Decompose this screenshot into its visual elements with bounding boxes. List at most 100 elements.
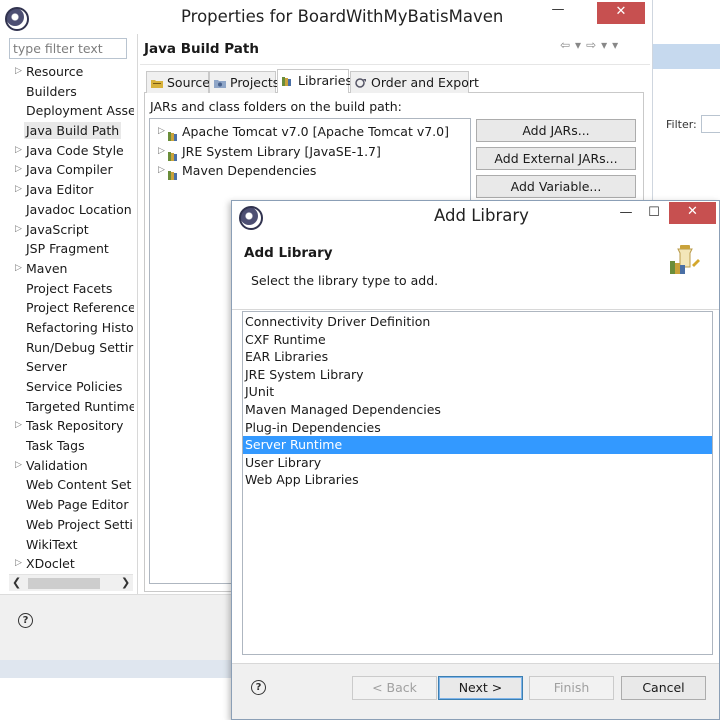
nav-item-resource[interactable]: ▷ Resource xyxy=(0,62,134,82)
minimize-icon[interactable]: — xyxy=(614,203,638,225)
expand-arrow-icon[interactable]: ▷ xyxy=(158,161,165,181)
nav-item-label: Validation xyxy=(26,457,88,473)
help-icon[interactable]: ? xyxy=(18,613,33,628)
expand-arrow-icon[interactable]: ▷ xyxy=(15,259,22,279)
nav-item-server[interactable]: Server xyxy=(0,357,134,377)
expand-arrow-icon[interactable]: ▷ xyxy=(15,180,22,200)
add-library-dialog: Add Library — ☐ ✕ Add Library Select the… xyxy=(231,200,720,720)
nav-item-jsp-fragment[interactable]: JSP Fragment xyxy=(0,239,134,259)
library-type-item[interactable]: JUnit xyxy=(243,383,712,401)
close-icon[interactable]: ✕ xyxy=(597,2,645,24)
nav-item-project-reference[interactable]: Project Reference xyxy=(0,298,134,318)
next-button[interactable]: Next > xyxy=(438,676,523,700)
nav-item-run-debug-settir[interactable]: Run/Debug Settir xyxy=(0,338,134,358)
background-filter-input[interactable] xyxy=(701,115,720,133)
tab-order-and-export[interactable]: Order and Export xyxy=(350,71,479,93)
nav-item-label: Deployment Asse xyxy=(26,103,134,119)
nav-item-java-code-style[interactable]: ▷ Java Code Style xyxy=(0,141,134,161)
library-entry-jre[interactable]: ▷ JRE System Library [JavaSE-1.7] xyxy=(150,142,470,162)
nav-item-label: Resource xyxy=(26,64,84,79)
nav-item-javascript[interactable]: ▷ JavaScript xyxy=(0,220,134,240)
nav-item-label: Javadoc Location xyxy=(26,201,132,217)
library-type-item[interactable]: Plug-in Dependencies xyxy=(243,419,712,437)
add-variable-button[interactable]: Add Variable... xyxy=(476,175,636,198)
library-type-item[interactable]: Maven Managed Dependencies xyxy=(243,401,712,419)
library-type-item[interactable]: Connectivity Driver Definition xyxy=(243,313,712,331)
sash-divider[interactable] xyxy=(137,34,138,594)
page-nav-arrows-icon[interactable]: ⇦▾⇨▾▾ xyxy=(560,38,623,52)
background-window-header-bar xyxy=(653,44,720,69)
properties-title-bar[interactable]: Properties for BoardWithMyBatisMaven — ✕ xyxy=(0,0,652,34)
expand-arrow-icon[interactable]: ▷ xyxy=(15,220,22,240)
library-entry-label: JRE System Library [JavaSE-1.7] xyxy=(182,143,381,159)
expand-arrow-icon[interactable]: ▷ xyxy=(15,456,22,476)
help-icon[interactable]: ? xyxy=(251,680,266,695)
nav-item-xdoclet[interactable]: ▷ XDoclet xyxy=(0,554,134,574)
filter-input[interactable] xyxy=(9,38,127,59)
order-export-icon xyxy=(355,73,367,88)
scroll-left-icon[interactable]: ❮ xyxy=(12,575,21,591)
library-type-item[interactable]: Server Runtime xyxy=(243,436,712,454)
library-entry-maven[interactable]: ▷ Maven Dependencies xyxy=(150,161,470,181)
nav-item-web-content-set[interactable]: Web Content Set xyxy=(0,475,134,495)
library-type-item[interactable]: JRE System Library xyxy=(243,366,712,384)
nav-item-task-repository[interactable]: ▷ Task Repository xyxy=(0,416,134,436)
nav-item-project-facets[interactable]: Project Facets xyxy=(0,279,134,299)
expand-arrow-icon[interactable]: ▷ xyxy=(15,416,22,436)
nav-item-targeted-runtime[interactable]: Targeted Runtime xyxy=(0,397,134,417)
expand-arrow-icon[interactable]: ▷ xyxy=(15,554,22,574)
nav-item-deployment-asse[interactable]: Deployment Asse xyxy=(0,101,134,121)
nav-item-java-editor[interactable]: ▷ Java Editor xyxy=(0,180,134,200)
library-entry-tomcat[interactable]: ▷ Apache Tomcat v7.0 [Apache Tomcat v7.0… xyxy=(150,122,470,142)
close-icon[interactable]: ✕ xyxy=(669,202,716,224)
minimize-icon[interactable]: — xyxy=(545,0,571,22)
library-jar-icon xyxy=(168,127,180,141)
nav-item-task-tags[interactable]: Task Tags xyxy=(0,436,134,456)
nav-item-label: Service Policies xyxy=(26,379,123,394)
maximize-icon[interactable]: ☐ xyxy=(643,203,665,225)
expand-arrow-icon[interactable]: ▷ xyxy=(158,122,165,142)
library-type-item[interactable]: EAR Libraries xyxy=(243,348,712,366)
nav-item-validation[interactable]: ▷ Validation xyxy=(0,456,134,476)
expand-arrow-icon[interactable]: ▷ xyxy=(158,142,165,162)
scroll-right-icon[interactable]: ❯ xyxy=(121,575,130,591)
nav-item-wikitext[interactable]: WikiText xyxy=(0,535,134,555)
nav-item-label: JavaScript xyxy=(26,221,89,237)
dialog-title-bar[interactable]: Add Library — ☐ ✕ xyxy=(232,201,719,230)
nav-horizontal-scrollbar[interactable]: ❮ ❯ xyxy=(9,574,133,591)
tab-label: Projects xyxy=(230,75,280,90)
add-external-jars-button[interactable]: Add External JARs... xyxy=(476,147,636,170)
library-entry-label: Maven Dependencies xyxy=(182,163,317,178)
nav-item-web-page-editor[interactable]: Web Page Editor xyxy=(0,495,134,515)
library-type-list[interactable]: Connectivity Driver Definition CXF Runtim… xyxy=(242,311,713,655)
expand-arrow-icon[interactable]: ▷ xyxy=(15,62,22,82)
nav-item-java-compiler[interactable]: ▷ Java Compiler xyxy=(0,160,134,180)
nav-item-label: Targeted Runtime xyxy=(26,398,134,414)
nav-item-builders[interactable]: Builders xyxy=(0,82,134,102)
scrollbar-thumb[interactable] xyxy=(28,578,100,589)
add-jars-button[interactable]: Add JARs... xyxy=(476,119,636,142)
back-button[interactable]: < Back xyxy=(352,676,437,700)
nav-item-maven[interactable]: ▷ Maven xyxy=(0,259,134,279)
nav-item-service-policies[interactable]: Service Policies xyxy=(0,377,134,397)
wizard-header-title: Add Library xyxy=(244,245,333,261)
nav-item-javadoc-location[interactable]: Javadoc Location xyxy=(0,200,134,220)
projects-icon xyxy=(214,73,226,88)
nav-item-refactoring-histo[interactable]: Refactoring Histo xyxy=(0,318,134,338)
library-type-item[interactable]: Web App Libraries xyxy=(243,471,712,489)
tab-source[interactable]: Source xyxy=(146,71,210,93)
tab-projects[interactable]: Projects xyxy=(209,71,280,93)
nav-item-label: Maven xyxy=(26,260,68,276)
library-type-item[interactable]: User Library xyxy=(243,454,712,472)
tab-libraries[interactable]: Libraries xyxy=(277,69,352,93)
finish-button[interactable]: Finish xyxy=(529,676,614,700)
nav-item-label: Java Build Path xyxy=(24,122,122,140)
page-title: Java Build Path xyxy=(144,41,259,57)
expand-arrow-icon[interactable]: ▷ xyxy=(15,141,22,161)
nav-item-web-project-setti[interactable]: Web Project Setti xyxy=(0,515,134,535)
library-type-item[interactable]: CXF Runtime xyxy=(243,331,712,349)
cancel-button[interactable]: Cancel xyxy=(621,676,706,700)
expand-arrow-icon[interactable]: ▷ xyxy=(15,160,22,180)
nav-item-java-build-path[interactable]: Java Build Path xyxy=(0,121,134,141)
wizard-header: Add Library Select the library type to a… xyxy=(232,230,719,310)
